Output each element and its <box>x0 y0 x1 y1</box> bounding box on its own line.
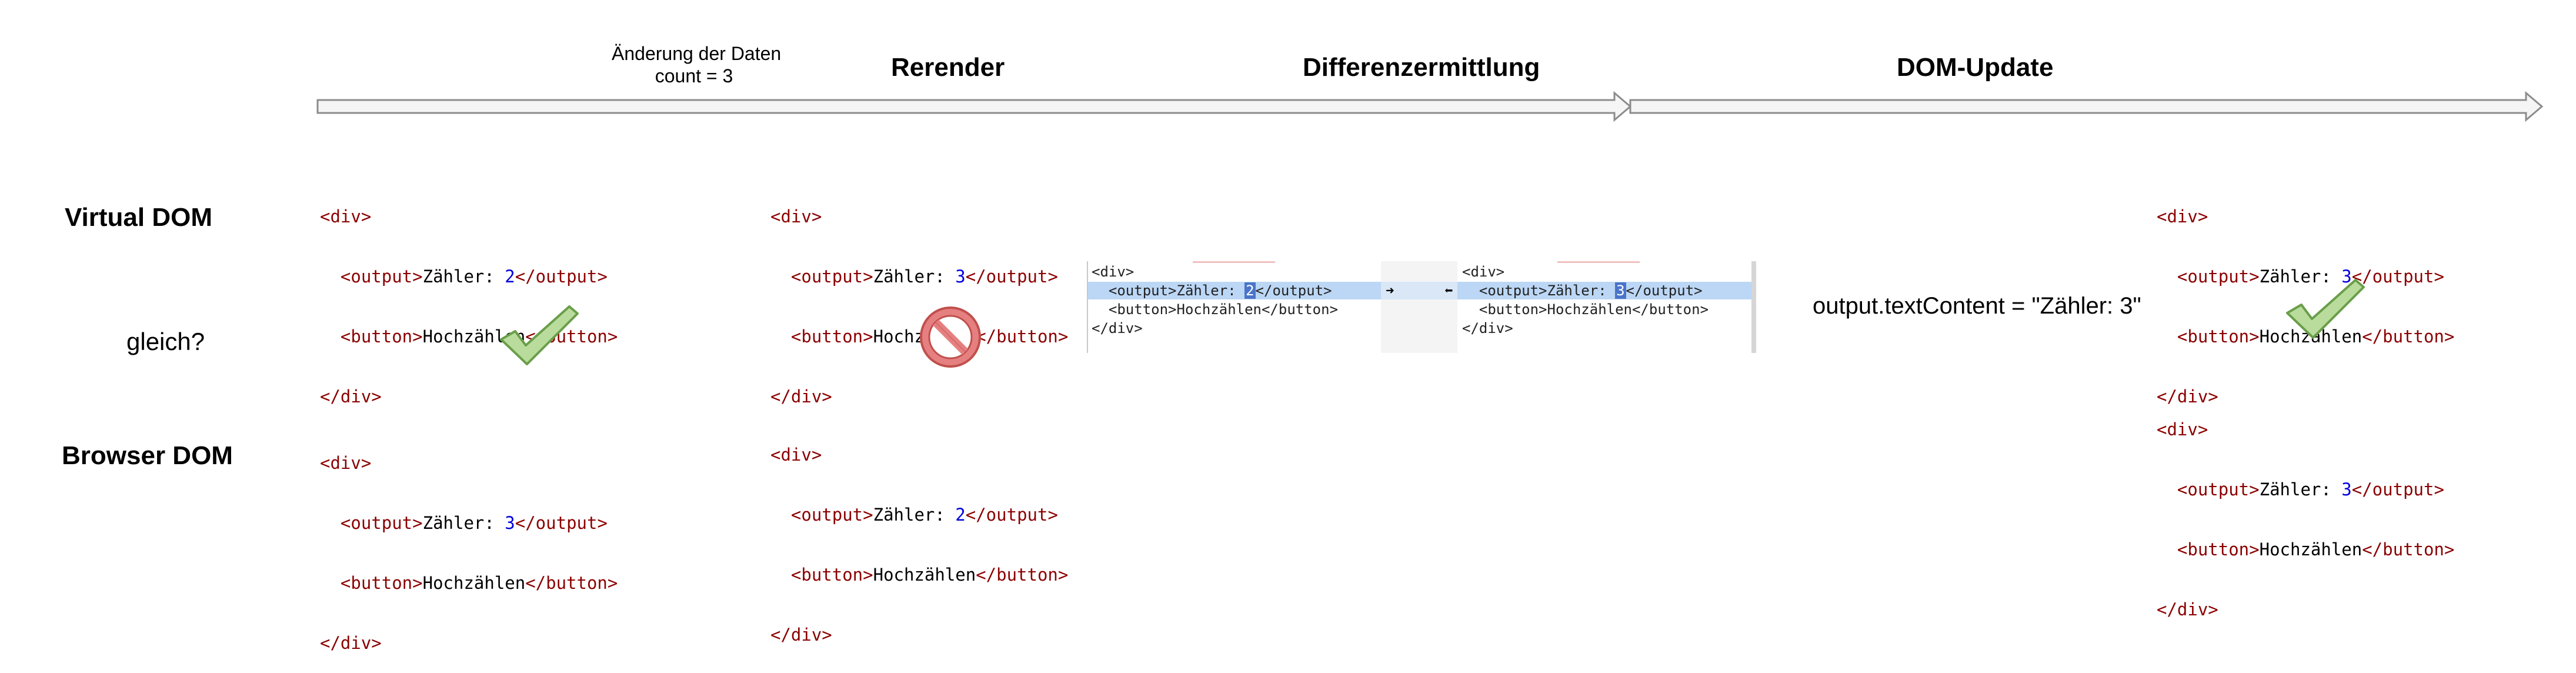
div-close-tag: </div> <box>770 625 832 645</box>
output-open-tag: <output> <box>340 513 423 533</box>
div-close-tag: </div> <box>320 387 382 407</box>
data-change-event: Änderung der Daten count = 3 <box>612 42 781 87</box>
counter-label: Zähler: <box>873 505 956 525</box>
div-close-tag: </div> <box>2157 599 2218 619</box>
counter-value: 3 <box>2341 479 2352 499</box>
counter-label: Zähler: <box>422 513 505 533</box>
counter-label: Zähler: <box>2259 479 2342 499</box>
button-close-tag: </button> <box>976 565 1069 585</box>
diff-panel: <div> <output>Zähler: 2</output> <button… <box>1087 261 1756 353</box>
button-text: Hochzählen <box>2259 539 2363 559</box>
counter-value: 2 <box>505 266 515 286</box>
diff-panel-scrollbar[interactable] <box>1751 261 1756 353</box>
diff-arrow-right-icon[interactable]: ➜ <box>1386 281 1394 300</box>
bdom-final-code: <div> <output>Zähler: 3</output> <button… <box>2157 379 2454 639</box>
div-open-tag: <div> <box>770 206 822 226</box>
row-label-compare: gleich? <box>126 328 205 355</box>
button-open-tag: <button> <box>340 573 423 593</box>
bdom-rerender-code: <div> <output>Zähler: 2</output> <button… <box>770 405 1068 665</box>
button-open-tag: <button> <box>790 326 873 347</box>
diff-left-line-4: </div> <box>1092 320 1143 336</box>
output-open-tag: <output> <box>2177 479 2260 499</box>
diff-left-changed: 2 <box>1244 282 1256 299</box>
diff-left-after: </output> <box>1255 282 1332 299</box>
button-close-tag: </button> <box>2362 326 2455 347</box>
button-close-tag: </button> <box>2362 539 2455 559</box>
check-icon <box>2286 279 2365 339</box>
output-open-tag: <output> <box>2177 266 2260 286</box>
diff-left-line-3: <button>Hochzählen</button> <box>1092 301 1339 318</box>
diff-right-line-1: <div> <box>1462 264 1505 280</box>
output-close-tag: </output> <box>515 266 608 286</box>
counter-label: Zähler: <box>422 266 505 286</box>
button-text: Hochzählen <box>422 573 526 593</box>
diff-panel-top-accent <box>1557 261 1640 263</box>
diff-right-changed: 3 <box>1615 282 1626 299</box>
div-open-tag: <div> <box>770 445 822 465</box>
diff-panel-left-border <box>1087 261 1088 353</box>
timeline-arrow-segment-1 <box>316 91 1632 122</box>
diff-right-after: </output> <box>1626 282 1703 299</box>
vdom-initial-code: <div> <output>Zähler: 2</output> <button… <box>320 166 618 427</box>
counter-label: Zähler: <box>873 266 956 286</box>
counter-value: 3 <box>505 513 515 533</box>
event-line-1: Änderung der Daten <box>612 43 782 64</box>
diff-gutter <box>1381 261 1457 353</box>
vdom-rerender-code: <div> <output>Zähler: 3</output> <button… <box>770 166 1068 427</box>
phase-diff: Differenzermittlung <box>1303 53 1540 82</box>
dom-update-statement: output.textContent = "Zähler: 3" <box>1813 293 2141 319</box>
div-open-tag: <div> <box>2157 206 2208 226</box>
stop-icon <box>920 306 981 368</box>
output-close-tag: </output> <box>2351 479 2444 499</box>
diff-left-line-1: <div> <box>1092 264 1134 280</box>
button-close-tag: </button> <box>976 326 1069 347</box>
output-close-tag: </output> <box>965 505 1058 525</box>
counter-value: 3 <box>955 266 966 286</box>
button-open-tag: <button> <box>2177 539 2260 559</box>
output-open-tag: <output> <box>790 266 873 286</box>
diff-right-before: <output>Zähler: <box>1462 282 1616 299</box>
row-label-browser-dom: Browser DOM <box>62 441 233 470</box>
phase-rerender: Rerender <box>891 53 1005 82</box>
bdom-initial-code: <div> <output>Zähler: 3</output> <button… <box>320 413 618 673</box>
event-line-2: count = 3 <box>655 65 733 86</box>
diff-left-line-2: <output>Zähler: 2</output> <box>1092 281 1332 300</box>
div-close-tag: </div> <box>320 633 382 653</box>
button-open-tag: <button> <box>790 565 873 585</box>
button-text: Hochzählen <box>873 565 976 585</box>
diff-right-line-2: <output>Zähler: 3</output> <box>1462 281 1703 300</box>
diff-right-line-4: </div> <box>1462 320 1513 336</box>
diff-left-before: <output>Zähler: <box>1092 282 1245 299</box>
output-open-tag: <output> <box>340 266 423 286</box>
output-open-tag: <output> <box>790 505 873 525</box>
button-open-tag: <button> <box>2177 326 2260 347</box>
div-open-tag: <div> <box>320 453 372 473</box>
button-close-tag: </button> <box>525 573 618 593</box>
output-close-tag: </output> <box>965 266 1058 286</box>
button-open-tag: <button> <box>340 326 423 347</box>
row-label-virtual-dom: Virtual DOM <box>65 203 213 232</box>
counter-value: 2 <box>955 505 966 525</box>
diff-arrow-left-icon[interactable]: ⬅ <box>1444 281 1453 300</box>
check-icon <box>500 305 579 365</box>
output-close-tag: </output> <box>515 513 608 533</box>
timeline-arrow-segment-2 <box>1629 91 2544 122</box>
div-open-tag: <div> <box>2157 419 2208 439</box>
phase-update: DOM-Update <box>1897 53 2054 82</box>
div-open-tag: <div> <box>320 206 372 226</box>
div-close-tag: </div> <box>770 387 832 407</box>
diff-right-line-3: <button>Hochzählen</button> <box>1462 301 1709 318</box>
diff-panel-top-accent <box>1193 261 1275 263</box>
